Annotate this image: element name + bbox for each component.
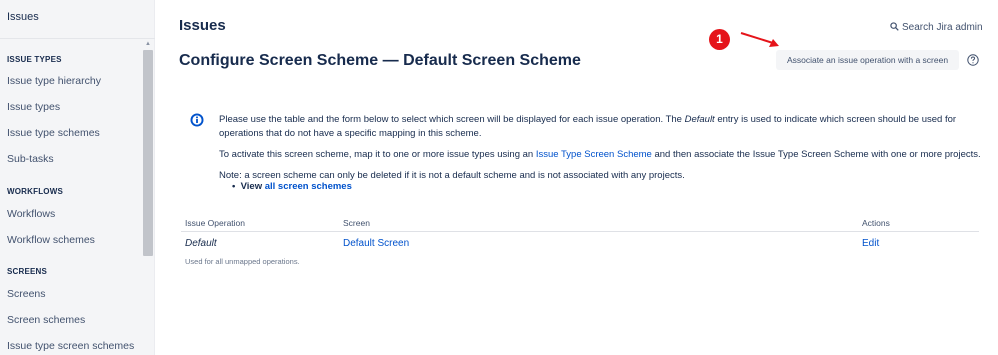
- column-header-issue-operation: Issue Operation: [185, 218, 246, 228]
- column-header-actions: Actions: [862, 218, 890, 228]
- info-paragraph-1: Please use the table and the form below …: [219, 114, 957, 139]
- column-header-screen: Screen: [343, 218, 370, 228]
- sidebar-item-screens[interactable]: Screens: [7, 288, 46, 300]
- sidebar-item-issue-types[interactable]: Issue types: [7, 101, 60, 113]
- view-all-item: • View all screen schemes: [232, 181, 352, 192]
- row-operation-note: Used for all unmapped operations.: [185, 257, 300, 266]
- table-header-divider: [181, 231, 979, 232]
- sidebar-item-workflows[interactable]: Workflows: [7, 208, 55, 220]
- sidebar-divider: [0, 38, 155, 39]
- info-icon: [190, 113, 204, 127]
- search-label: Search Jira admin: [902, 22, 983, 33]
- associate-operation-button[interactable]: Associate an issue operation with a scre…: [776, 50, 959, 70]
- sidebar-item-issue-type-hierarchy[interactable]: Issue type hierarchy: [7, 75, 101, 87]
- search-icon: [890, 22, 899, 31]
- edit-link[interactable]: Edit: [862, 238, 879, 249]
- callout-arrow-icon: [740, 32, 779, 47]
- row-operation: Default: [185, 238, 217, 249]
- sidebar-heading-issue-types: ISSUE TYPES: [7, 55, 62, 64]
- sidebar-item-screen-schemes[interactable]: Screen schemes: [7, 314, 85, 326]
- page-category: Issues: [179, 17, 226, 34]
- page-title: Configure Screen Scheme — Default Screen…: [179, 52, 581, 69]
- search-jira-admin[interactable]: Search Jira admin: [890, 22, 983, 33]
- help-icon[interactable]: [967, 54, 979, 66]
- all-screen-schemes-link[interactable]: all screen schemes: [265, 181, 352, 192]
- admin-sidebar: Issues ▲ ISSUE TYPES Issue type hierarch…: [0, 0, 155, 355]
- default-screen-link[interactable]: Default Screen: [343, 238, 409, 249]
- scroll-up-arrow-icon[interactable]: ▲: [143, 40, 153, 49]
- sidebar-item-issue-type-schemes[interactable]: Issue type schemes: [7, 127, 100, 139]
- sidebar-top-label[interactable]: Issues: [7, 11, 39, 23]
- sidebar-heading-screens: SCREENS: [7, 267, 48, 276]
- sidebar-item-sub-tasks[interactable]: Sub-tasks: [7, 153, 54, 165]
- sidebar-item-issue-type-screen-schemes[interactable]: Issue type screen schemes: [7, 340, 134, 352]
- sidebar-heading-workflows: WORKFLOWS: [7, 187, 64, 196]
- callout-badge: 1: [709, 29, 730, 50]
- issue-type-screen-scheme-link[interactable]: Issue Type Screen Scheme: [536, 149, 652, 160]
- sidebar-item-workflow-schemes[interactable]: Workflow schemes: [7, 234, 95, 246]
- sidebar-scrollbar[interactable]: [143, 50, 153, 256]
- info-paragraph-2: To activate this screen scheme, map it t…: [219, 149, 981, 160]
